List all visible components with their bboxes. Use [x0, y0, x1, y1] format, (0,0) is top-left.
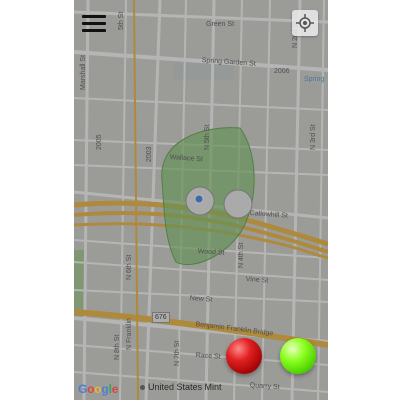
address-number-2006: 2006 [274, 68, 290, 75]
crosshair-icon [296, 14, 314, 32]
street-label-spring-badge: Spring [304, 76, 325, 83]
street-label-n-6th: N 6th St [126, 254, 133, 280]
address-number-2005: 2005 [96, 134, 103, 150]
map-view[interactable]: Green St Spring Garden St 2006 Spring Wa… [74, 0, 328, 400]
street-label-n-4th: N 4th St [238, 242, 245, 268]
poi-marker-icon [140, 385, 145, 391]
red-action-button[interactable] [226, 338, 262, 374]
street-label-vine: Vine St [245, 276, 269, 285]
street-label-new: New St [189, 295, 213, 304]
street-label-n-3rd: N 3rd St [310, 124, 317, 150]
poi-label: United States Mint [148, 382, 222, 392]
street-label-green: Green St [206, 21, 235, 28]
poi-united-states-mint[interactable]: United States Mint [140, 382, 222, 392]
street-label-n-7th: N 7th St [174, 340, 181, 366]
street-label-5th: 5th St [118, 11, 125, 30]
street-label-n-5th: N 5th St [204, 124, 211, 150]
street-label-n-franklin: N Franklin [126, 318, 133, 350]
google-logo: Google [78, 382, 119, 396]
address-number-2003: 2003 [146, 146, 153, 162]
menu-button[interactable] [80, 12, 108, 34]
street-label-n-8th: N 8th St [114, 334, 121, 360]
interstate-676-badge: 676 [152, 312, 170, 323]
my-location-button[interactable] [292, 10, 318, 36]
green-action-button[interactable] [280, 338, 316, 374]
street-label-marshall: Marshall St [80, 54, 87, 90]
